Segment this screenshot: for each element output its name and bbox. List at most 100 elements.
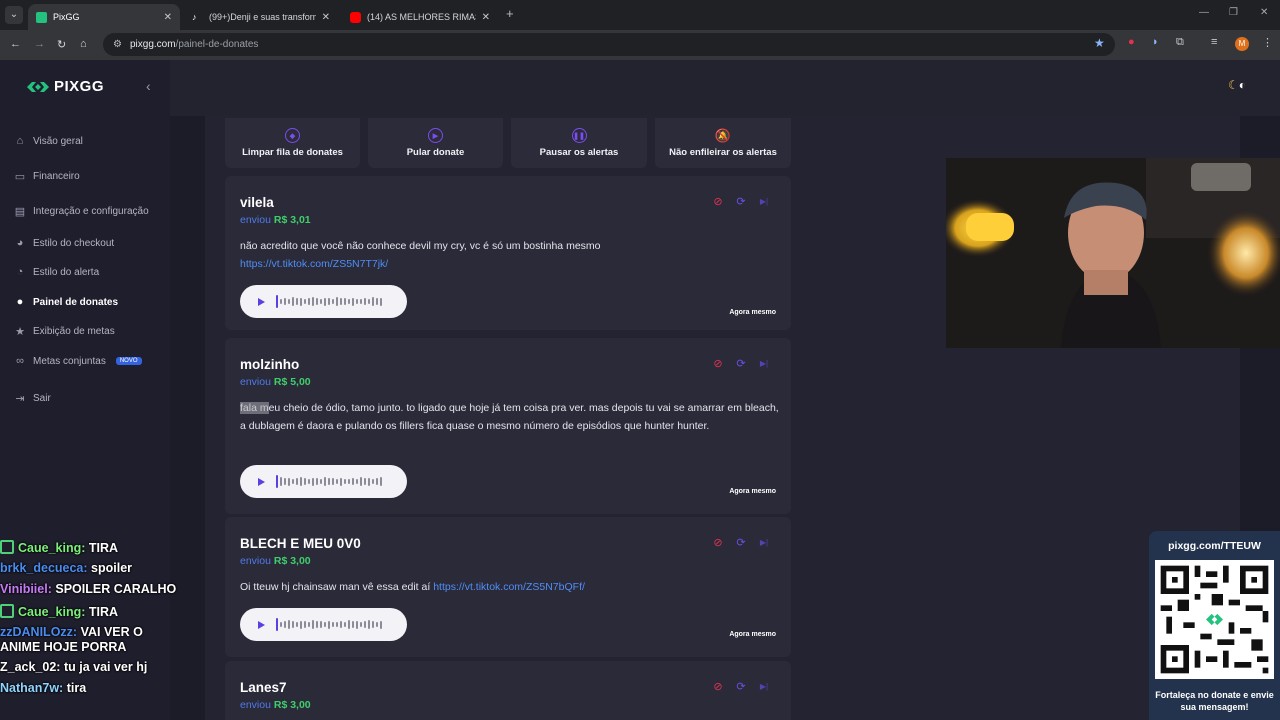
restore-icon[interactable]: ❐ <box>1229 7 1238 18</box>
tab-youtube[interactable]: (14) AS MELHORES RIMAS DA ✕ <box>342 4 498 30</box>
play-icon[interactable] <box>258 620 265 629</box>
waveform-bar <box>332 299 334 304</box>
extension-icon[interactable]: ● <box>1128 36 1135 48</box>
menu-dots-icon[interactable]: ⋮ <box>1262 36 1273 49</box>
sidebar-item-financeiro[interactable]: ▭ Financeiro <box>14 170 80 183</box>
waveform-bar <box>312 620 314 629</box>
replay-icon[interactable]: ⟳ <box>734 356 748 370</box>
waveform-bar <box>304 478 306 485</box>
audio-player[interactable] <box>240 285 407 318</box>
profile-avatar[interactable]: M <box>1235 37 1249 51</box>
waveform-bar <box>292 297 294 306</box>
eraser-icon: ◆ <box>285 128 300 143</box>
block-icon[interactable]: ⊘ <box>711 194 725 208</box>
tab-search-icon[interactable]: ⌄ <box>5 6 23 24</box>
play-icon[interactable] <box>258 297 265 306</box>
forward-icon[interactable]: → <box>34 38 45 50</box>
waveform-bar <box>296 621 298 628</box>
waveform-bar <box>364 478 366 485</box>
sidebar-item-painel-donates[interactable]: ● Painel de donates <box>14 296 118 308</box>
donation-amount-line: enviou R$ 3,00 <box>240 699 311 711</box>
close-tab-icon[interactable]: ✕ <box>482 12 490 23</box>
skip-donate-button[interactable]: ▶ Pular donate <box>368 118 503 168</box>
waveform-bar <box>320 479 322 484</box>
donation-actions: ⊘ ⟳ ▶| <box>711 679 771 693</box>
reload-icon[interactable]: ↻ <box>57 38 66 51</box>
waveform-bar <box>360 477 362 486</box>
waveform-bar <box>368 298 370 305</box>
address-bar[interactable]: ⚙ pixgg.com/painel-de-donates <box>103 33 1115 56</box>
playhead[interactable] <box>276 295 278 308</box>
audio-player[interactable] <box>240 465 407 498</box>
waveform-bar <box>352 297 354 306</box>
extensions-puzzle-icon[interactable]: ⧉ <box>1176 36 1184 49</box>
waveform-bar <box>380 297 382 306</box>
playhead[interactable] <box>276 475 278 488</box>
selected-text: fala m <box>240 402 269 414</box>
collapse-sidebar-icon[interactable]: ‹ <box>146 78 151 94</box>
sidebar-item-sair[interactable]: ⇥ Sair <box>14 392 50 405</box>
home-icon[interactable]: ⌂ <box>80 38 87 50</box>
audio-waveform[interactable] <box>276 295 382 308</box>
audio-waveform[interactable] <box>276 475 382 488</box>
site-info-icon[interactable]: ⚙ <box>113 39 122 50</box>
waveform-bar <box>328 297 330 306</box>
new-badge: NOVO <box>115 357 142 365</box>
pixgg-logo[interactable]: PIXGG <box>27 78 104 95</box>
home-icon: ⌂ <box>16 135 24 147</box>
sidebar-item-exibicao-metas[interactable]: ★ Exibição de metas <box>14 325 115 338</box>
replay-icon[interactable]: ⟳ <box>734 535 748 549</box>
skip-icon[interactable]: ▶| <box>757 679 771 693</box>
subscriber-badge-icon <box>0 540 14 554</box>
skip-icon[interactable]: ▶| <box>757 356 771 370</box>
donation-message: não acredito que você não conhece devil … <box>240 240 601 270</box>
block-icon[interactable]: ⊘ <box>711 679 725 693</box>
donation-link[interactable]: https://vt.tiktok.com/ZS5N7T7jk/ <box>240 258 388 270</box>
waveform-bar <box>320 298 322 305</box>
chat-message: Nathan7w: tira <box>0 681 87 695</box>
waveform-bar <box>316 477 318 486</box>
donation-link[interactable]: https://vt.tiktok.com/ZS5N7bQFf/ <box>433 581 585 593</box>
waveform-bar <box>336 478 338 485</box>
replay-icon[interactable]: ⟳ <box>734 194 748 208</box>
close-window-icon[interactable]: ✕ <box>1260 7 1268 18</box>
donation-amount-line: enviou R$ 3,01 <box>240 214 311 226</box>
no-queue-alerts-button[interactable]: 🔕 Não enfileirar os alertas <box>655 118 791 168</box>
playhead[interactable] <box>276 618 278 631</box>
sidebar-item-integracao[interactable]: ▤ Integração e configuração <box>14 205 149 218</box>
media-icon[interactable]: ≡ <box>1211 36 1217 48</box>
close-tab-icon[interactable]: ✕ <box>164 12 172 23</box>
audio-waveform[interactable] <box>276 618 382 631</box>
pause-alerts-button[interactable]: ❚❚ Pausar os alertas <box>511 118 647 168</box>
donation-message: Oi tteuw hj chainsaw man vê essa edit aí… <box>240 581 585 593</box>
skip-icon[interactable]: ▶| <box>757 535 771 549</box>
block-icon[interactable]: ⊘ <box>711 356 725 370</box>
minimize-icon[interactable]: — <box>1199 7 1209 18</box>
sidebar-item-visao-geral[interactable]: ⌂ Visão geral <box>14 135 83 147</box>
tab-tiktok[interactable]: ♪ (99+)Denji e suas transformações ✕ <box>184 4 338 30</box>
pixgg-logo-icon <box>27 81 49 92</box>
waveform-bar <box>284 297 286 306</box>
waveform-bar <box>360 299 362 304</box>
waveform-bar <box>380 620 382 629</box>
sidebar-item-estilo-checkout[interactable]: ◕ Estilo do checkout <box>14 237 115 249</box>
waveform-bar <box>284 478 286 485</box>
clear-queue-button[interactable]: ◆ Limpar fila de donates <box>225 118 360 168</box>
cast-icon[interactable]: ◗ <box>1152 36 1159 48</box>
replay-icon[interactable]: ⟳ <box>734 679 748 693</box>
tab-pixgg[interactable]: PixGG ✕ <box>28 4 180 30</box>
new-tab-icon[interactable]: + <box>506 6 514 21</box>
skip-icon[interactable]: ▶| <box>757 194 771 208</box>
play-icon[interactable] <box>258 477 265 486</box>
waveform-bar <box>308 297 310 306</box>
back-icon[interactable]: ← <box>10 38 21 50</box>
waveform-bar <box>340 477 342 486</box>
block-icon[interactable]: ⊘ <box>711 535 725 549</box>
waveform-bar <box>292 621 294 628</box>
sidebar-item-metas-conjuntas[interactable]: ∞ Metas conjuntas NOVO <box>14 355 142 367</box>
theme-toggle-icon[interactable]: ☾◐ <box>1228 78 1246 92</box>
sidebar-item-estilo-alerta[interactable]: ◔ Estilo do alerta <box>14 266 99 278</box>
audio-player[interactable] <box>240 608 407 641</box>
bookmark-star-icon[interactable]: ★ <box>1094 36 1105 50</box>
close-tab-icon[interactable]: ✕ <box>322 12 330 23</box>
